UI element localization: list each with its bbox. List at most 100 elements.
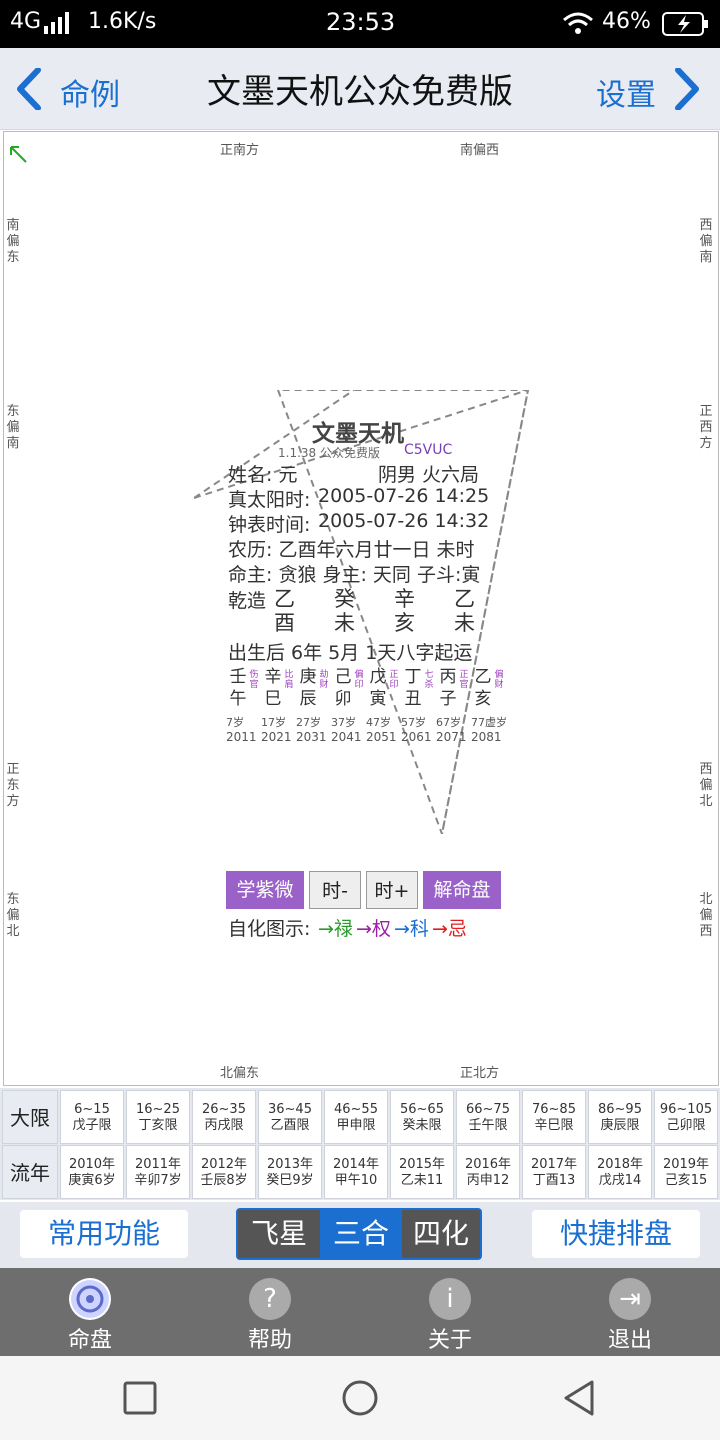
daxian-cell-bottom: 乙酉限 xyxy=(270,1118,310,1133)
nav-about[interactable]: i 关于 xyxy=(360,1268,540,1356)
center-title: 文墨天机 xyxy=(312,421,404,447)
dir-top-left: 正南方 xyxy=(220,143,260,158)
zihua-ji: →忌 xyxy=(432,918,467,940)
dayun-year: 2051 xyxy=(366,730,397,744)
nav-label: 关于 xyxy=(427,1328,472,1353)
daxian-cell[interactable]: 16~25 丁亥限 xyxy=(126,1090,190,1144)
quick-chart-button[interactable]: 快捷排盘 xyxy=(532,1210,700,1258)
liunian-cell-bottom: 己亥15 xyxy=(664,1173,708,1188)
back-icon[interactable] xyxy=(560,1378,600,1418)
daxian-cell[interactable]: 76~85 辛巳限 xyxy=(522,1090,586,1144)
daxian-cell[interactable]: 96~105 己卯限 xyxy=(654,1090,718,1144)
liunian-cell[interactable]: 2012年 壬辰8岁 xyxy=(192,1145,256,1199)
dayun-year: 2031 xyxy=(296,730,327,744)
daxian-cell-top: 16~25 xyxy=(136,1102,180,1117)
liunian-cell-top: 2017年 xyxy=(530,1157,578,1172)
nav-exit[interactable]: ⇥ 退出 xyxy=(540,1268,720,1356)
dir-right-1: 西偏南 xyxy=(699,218,713,265)
liunian-cell[interactable]: 2016年 丙申12 xyxy=(456,1145,520,1199)
daxian-cell-top: 36~45 xyxy=(268,1102,312,1117)
dayun-branch: 寅 xyxy=(369,689,387,709)
dir-right-2: 正西方 xyxy=(699,404,713,451)
daxian-cell-bottom: 戊子限 xyxy=(72,1118,112,1133)
daxian-cell-bottom: 庚辰限 xyxy=(600,1118,640,1133)
liunian-cell[interactable]: 2017年 丁酉13 xyxy=(522,1145,586,1199)
settings-button[interactable]: 设置 xyxy=(596,64,706,114)
nav-mingpan[interactable]: 命盘 xyxy=(0,1268,180,1356)
clock-label: 钟表时间: xyxy=(228,514,311,536)
solar-label: 真太阳时: xyxy=(228,489,311,511)
status-bar: 4G 1.6K/s 23:53 46% xyxy=(0,0,720,48)
net-speed: 1.6K/s xyxy=(88,9,157,34)
dayun-shishen: 劫财 xyxy=(319,670,329,690)
liunian-cell[interactable]: 2014年 甲午10 xyxy=(324,1145,388,1199)
liunian-cell-bottom: 戊戌14 xyxy=(598,1173,642,1188)
daxian-cell-bottom: 己卯限 xyxy=(666,1118,706,1133)
daxian-cell-bottom: 丙戌限 xyxy=(204,1118,244,1133)
liunian-cell[interactable]: 2018年 戊戌14 xyxy=(588,1145,652,1199)
daxian-cell[interactable]: 46~55 甲申限 xyxy=(324,1090,388,1144)
common-functions-button[interactable]: 常用功能 xyxy=(20,1210,188,1258)
back-button[interactable]: 命例 xyxy=(14,64,134,114)
tab-feixing[interactable]: 飞星 xyxy=(238,1210,320,1258)
daxian-cell-top: 96~105 xyxy=(659,1102,713,1117)
liunian-cell[interactable]: 2015年 乙未11 xyxy=(390,1145,454,1199)
liunian-header: 流年 xyxy=(2,1145,58,1199)
daxian-liunian-table: 大限 流年 6~15 戊子限 16~25 丁亥限 26~35 丙戌限 36~45 乙酉限 46~… xyxy=(0,1088,720,1200)
dayun-stem: 己 xyxy=(334,667,352,687)
recents-icon[interactable] xyxy=(122,1380,158,1416)
liunian-cell[interactable]: 2011年 辛卯7岁 xyxy=(126,1145,190,1199)
dayun-stem: 庚 xyxy=(299,667,317,687)
pillar-branch: 酉 xyxy=(274,611,295,635)
dayun-age: 27岁 xyxy=(296,716,321,729)
liunian-cell[interactable]: 2010年 庚寅6岁 xyxy=(60,1145,124,1199)
dayun-shishen: 偏印 xyxy=(354,670,364,690)
dir-left-1: 南偏东 xyxy=(6,218,20,265)
hour-minus-button[interactable]: 时- xyxy=(309,871,361,909)
dir-left-4: 东偏北 xyxy=(6,892,20,939)
daxian-cell[interactable]: 56~65 癸未限 xyxy=(390,1090,454,1144)
chevron-left-icon xyxy=(17,68,41,110)
explain-button[interactable]: 解命盘 xyxy=(423,871,501,909)
liunian-cell-top: 2015年 xyxy=(398,1157,446,1172)
daxian-cell-top: 66~75 xyxy=(466,1102,510,1117)
gender-line: 阴男 火六局 xyxy=(378,464,480,486)
tab-sanhe[interactable]: 三合 xyxy=(320,1210,402,1258)
tab-sihua[interactable]: 四化 xyxy=(402,1210,480,1258)
qianzao-label: 乾造 xyxy=(228,590,267,612)
home-icon[interactable] xyxy=(340,1378,380,1418)
dayun-age: 57岁 xyxy=(401,716,426,729)
dayun-branch: 辰 xyxy=(299,689,317,709)
daxian-cell[interactable]: 36~45 乙酉限 xyxy=(258,1090,322,1144)
dayun-year: 2011 xyxy=(226,730,257,744)
liunian-cell-bottom: 辛卯7岁 xyxy=(134,1173,182,1188)
dir-bottom-right: 正北方 xyxy=(460,1066,500,1081)
title-bar: 命例 文墨天机公众免费版 设置 xyxy=(0,48,720,130)
back-label: 命例 xyxy=(60,78,120,113)
name-line: 姓名: 元 xyxy=(228,464,298,486)
pillar-branch: 亥 xyxy=(394,611,415,635)
daxian-cell[interactable]: 86~95 庚辰限 xyxy=(588,1090,652,1144)
daxian-cell-top: 26~35 xyxy=(202,1102,246,1117)
liunian-cell[interactable]: 2019年 己亥15 xyxy=(654,1145,718,1199)
nav-help[interactable]: ? 帮助 xyxy=(180,1268,360,1356)
clock: 23:53 xyxy=(326,8,396,36)
help-icon: ? xyxy=(249,1278,291,1320)
zihua-lu: →禄 xyxy=(318,918,353,940)
daxian-cell[interactable]: 26~35 丙戌限 xyxy=(192,1090,256,1144)
liunian-cell[interactable]: 2013年 癸巳9岁 xyxy=(258,1145,322,1199)
learn-ziwei-button[interactable]: 学紫微 xyxy=(226,871,304,909)
dayun-shishen: 正印 xyxy=(389,670,399,690)
battery-percent: 46% xyxy=(602,9,651,34)
qiyun-line: 出生后 6年 5月 1天八字起运 xyxy=(228,642,473,664)
pillar-stem: 癸 xyxy=(334,587,355,611)
daxian-cell[interactable]: 66~75 壬午限 xyxy=(456,1090,520,1144)
dayun-branch: 子 xyxy=(439,689,457,709)
liunian-cell-bottom: 乙未11 xyxy=(400,1173,444,1188)
hour-plus-button[interactable]: 时+ xyxy=(366,871,418,909)
dayun-age: 17岁 xyxy=(261,716,286,729)
dayun-shishen: 正官 xyxy=(459,670,469,690)
daxian-cell[interactable]: 6~15 戊子限 xyxy=(60,1090,124,1144)
network-label: 4G xyxy=(10,9,42,34)
dayun-year: 2071 xyxy=(436,730,467,744)
